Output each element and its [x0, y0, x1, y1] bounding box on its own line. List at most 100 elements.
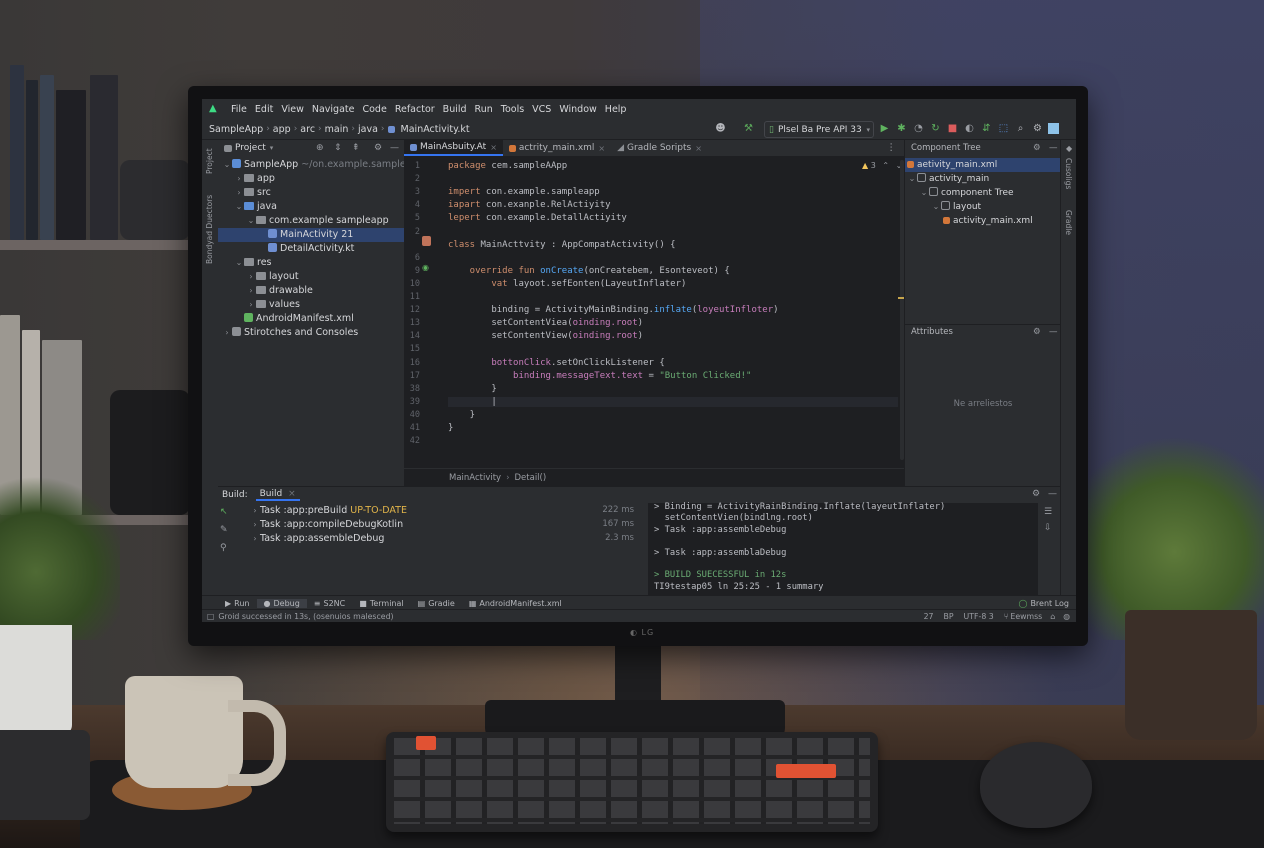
build-task[interactable]: › Task :app:compileDebugKotlin 167 ms	[250, 519, 640, 530]
minimize-icon[interactable]: —	[1049, 141, 1058, 155]
editor-breadcrumb-function[interactable]: Detail()	[515, 473, 547, 483]
project-view-selector[interactable]: Project	[235, 143, 266, 153]
breadcrumb-java[interactable]: java	[355, 124, 381, 135]
chevron-down-icon[interactable]: ⌄	[907, 172, 917, 186]
menu-refactor[interactable]: Refactor	[391, 104, 439, 115]
chevron-down-icon[interactable]: ⌄	[919, 186, 929, 200]
menu-navigate[interactable]: Navigate	[308, 104, 359, 115]
minimize-icon[interactable]: —	[1048, 489, 1057, 499]
indent-setting[interactable]: BP	[943, 612, 953, 621]
tree-item[interactable]: ⌄ com.example sampleapp	[218, 214, 404, 228]
menu-file[interactable]: File	[227, 104, 251, 115]
tree-item[interactable]: AndroidManifest.xml	[218, 312, 404, 326]
menu-help[interactable]: Help	[601, 104, 631, 115]
breadcrumb-main[interactable]: main	[322, 124, 352, 135]
device-selector[interactable]: ▯ Plsel Ba Pre API 33 ▾	[764, 121, 874, 138]
tool-window-build-variants[interactable]: Bondyad Duectors	[205, 195, 214, 264]
expand-all-icon[interactable]: ⇕	[334, 143, 342, 153]
rerun-icon[interactable]: ↖	[220, 507, 228, 517]
build-console[interactable]: > Binding = ActivityRainBinding.Inflate(…	[648, 502, 1038, 595]
chevron-down-icon[interactable]: ⌄	[246, 214, 256, 228]
code-area[interactable]: package cem.sampleAApp impert con.example…	[448, 157, 898, 468]
build-task[interactable]: › Task :app:assembleDebug 2.3 ms	[250, 533, 640, 544]
tab-gradle-scripts[interactable]: ◢ Gradle Soripts ×	[611, 140, 708, 156]
device-manager-icon[interactable]: ◐	[963, 122, 976, 135]
lock-icon[interactable]: ⌂	[1050, 612, 1055, 621]
wrench-icon[interactable]: ✎	[220, 525, 228, 535]
menu-tools[interactable]: Tools	[497, 104, 528, 115]
chevron-down-icon[interactable]: ⌄	[234, 256, 244, 270]
tree-item[interactable]: › src	[218, 186, 404, 200]
bottom-tab-debug[interactable]: ● Debug	[256, 598, 307, 608]
menu-vcs[interactable]: VCS	[528, 104, 555, 115]
menu-view[interactable]: View	[277, 104, 308, 115]
editor-breadcrumb-class[interactable]: MainActivity	[449, 473, 501, 483]
bottom-tab-gradie[interactable]: ▤ Gradie	[411, 599, 462, 608]
close-icon[interactable]: ×	[695, 144, 702, 153]
notifications-icon[interactable]: ◆	[1066, 144, 1072, 153]
tab-main-activity[interactable]: MainAsbuity.At ×	[404, 140, 503, 156]
component-tree-item[interactable]: ⌄ component Tree	[905, 186, 1061, 200]
tree-item[interactable]: ⌄ SampleApp ~/on.example.sampleap	[218, 158, 418, 172]
debug-icon[interactable]: ✱	[895, 122, 908, 135]
tab-activity-main-xml[interactable]: actrity_main.xml ×	[503, 140, 611, 156]
chevron-right-icon[interactable]: ›	[234, 186, 244, 200]
component-tree-item[interactable]: aetivity_main.xml	[905, 158, 1061, 172]
menu-code[interactable]: Code	[358, 104, 390, 115]
chevron-down-icon[interactable]: ▾	[270, 144, 274, 152]
hammer-icon[interactable]: ⚒	[742, 122, 755, 135]
tree-item[interactable]: MainActivity 21	[218, 228, 404, 242]
chevron-down-icon[interactable]: ⌄	[931, 200, 941, 214]
minimize-icon[interactable]: —	[1049, 325, 1058, 339]
chevron-right-icon[interactable]: ›	[246, 270, 256, 284]
pin-icon[interactable]: ⚲	[220, 543, 228, 553]
gear-icon[interactable]: ⚙	[374, 143, 382, 153]
sync-icon[interactable]: ⇵	[980, 122, 993, 135]
event-log-button[interactable]: ◯ Brent Log	[1011, 599, 1076, 608]
tree-item[interactable]: ⌄ java	[218, 200, 404, 214]
tree-item[interactable]: › layout	[218, 270, 404, 284]
soft-wrap-icon[interactable]: ☰	[1044, 507, 1052, 517]
minimize-icon[interactable]: —	[390, 143, 399, 153]
chevron-right-icon[interactable]: ›	[222, 326, 232, 340]
tree-item[interactable]: › values	[218, 298, 404, 312]
status-message[interactable]: Groid successed in 13s, (osenuios malesc…	[218, 612, 393, 621]
layout-icon[interactable]	[1048, 123, 1059, 134]
component-tree-item[interactable]: ⌄ activity_main	[905, 172, 1061, 186]
chevron-down-icon[interactable]: ⌄	[222, 158, 232, 172]
close-icon[interactable]: ×	[288, 489, 296, 499]
bottom-tab-run[interactable]: ▶ Run	[218, 599, 257, 608]
menu-edit[interactable]: Edit	[251, 104, 277, 115]
menu-build[interactable]: Build	[439, 104, 471, 115]
target-icon[interactable]: ⊕	[316, 143, 324, 153]
component-tree-item[interactable]: activity_main.xml	[905, 214, 1061, 228]
build-tab[interactable]: Build ×	[255, 489, 300, 501]
vcs-branch[interactable]: Eewmss	[1010, 612, 1042, 621]
profile-icon[interactable]: ◔	[912, 122, 925, 135]
sdk-manager-icon[interactable]: ⬚	[997, 122, 1010, 135]
override-gutter-icon[interactable]: ◉	[422, 263, 429, 272]
collapse-all-icon[interactable]: ⇞	[352, 143, 360, 153]
build-task[interactable]: › Task :app:preBuild UP-TO-DATE 222 ms	[250, 505, 640, 516]
chevron-right-icon[interactable]: ›	[246, 284, 256, 298]
breadcrumb-file[interactable]: MainActivity.kt	[398, 124, 473, 135]
breadcrumb-module[interactable]: app	[270, 124, 294, 135]
activity-gutter-icon[interactable]	[422, 236, 431, 246]
gear-icon[interactable]: ⚙	[1033, 325, 1041, 339]
caret-position[interactable]: 27	[924, 612, 934, 621]
tree-item[interactable]: › app	[218, 172, 404, 186]
tree-item[interactable]: ⌄ res	[218, 256, 404, 270]
bottom-tab-s2nc[interactable]: ≡ S2NC	[307, 599, 352, 608]
menu-window[interactable]: Window	[555, 104, 600, 115]
tool-window-gradle[interactable]: Gradle	[1064, 210, 1073, 235]
gear-icon[interactable]: ⚙	[1031, 122, 1044, 135]
chevron-right-icon[interactable]: ›	[234, 172, 244, 186]
more-tabs-icon[interactable]: ⋮	[887, 140, 897, 156]
bottom-tab-terminal[interactable]: ■ Terminal	[352, 599, 410, 608]
menu-run[interactable]: Run	[471, 104, 497, 115]
tree-item[interactable]: DetailActivity.kt	[218, 242, 404, 256]
tree-item[interactable]: › Stirotches and Consoles	[218, 326, 404, 340]
component-tree-item[interactable]: ⌄ layout	[905, 200, 1061, 214]
run-icon[interactable]: ▶	[878, 122, 891, 135]
search-icon[interactable]: ⌕	[1014, 122, 1027, 135]
